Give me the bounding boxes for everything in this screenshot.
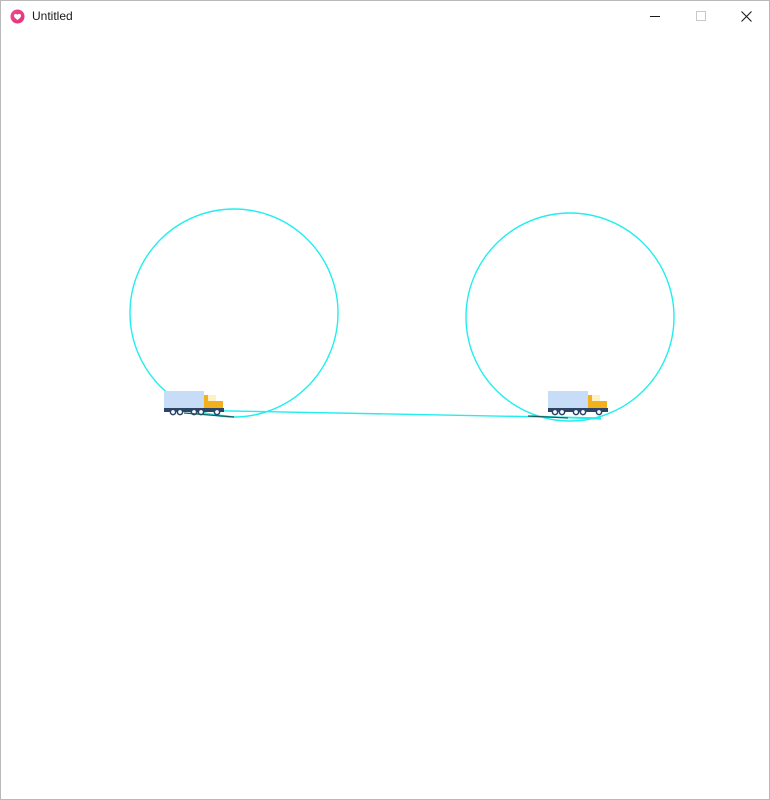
maximize-button[interactable] xyxy=(678,1,724,32)
drawing-canvas[interactable] xyxy=(1,32,769,799)
minimize-button[interactable] xyxy=(632,1,678,32)
app-window: Untitled xyxy=(0,0,770,800)
window-title: Untitled xyxy=(32,9,73,23)
scene-svg xyxy=(129,208,675,422)
heart-app-icon xyxy=(10,9,25,24)
truck-icon xyxy=(164,391,235,418)
maximize-icon xyxy=(696,11,706,21)
minimize-icon xyxy=(650,16,660,17)
close-button[interactable] xyxy=(723,1,769,32)
right-loop-circle xyxy=(465,212,675,422)
close-icon xyxy=(741,11,752,22)
title-bar[interactable]: Untitled xyxy=(1,1,769,32)
left-loop-circle xyxy=(129,208,339,418)
truck-icon xyxy=(527,391,608,419)
